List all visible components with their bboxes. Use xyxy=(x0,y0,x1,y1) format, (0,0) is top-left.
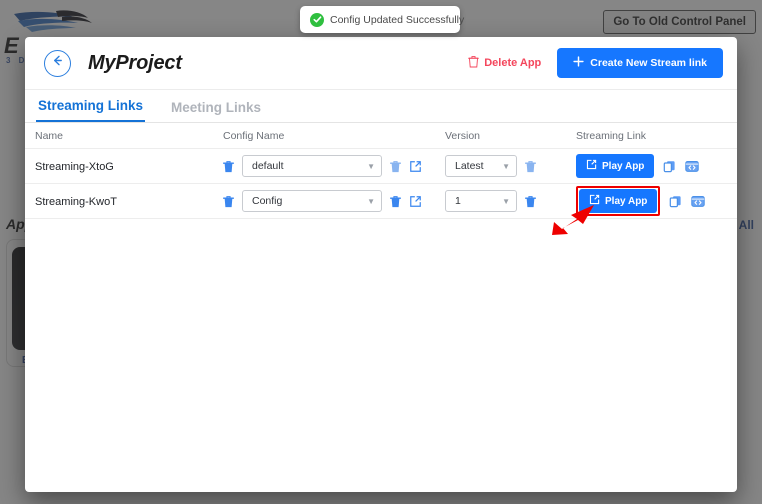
table-header-row: Name Config Name Version Streaming Link xyxy=(25,123,737,149)
tab-streaming-links[interactable]: Streaming Links xyxy=(36,98,145,122)
trash-icon xyxy=(468,55,479,71)
create-new-stream-link-label: Create New Stream link xyxy=(590,57,707,69)
delete-version-icon[interactable] xyxy=(525,160,536,173)
external-link-icon xyxy=(589,194,600,208)
stream-name: Streaming-XtoG xyxy=(35,161,114,173)
external-link-icon xyxy=(586,159,597,173)
arrow-left-icon xyxy=(51,54,64,72)
edit-config-icon[interactable] xyxy=(409,195,422,208)
back-button[interactable] xyxy=(44,50,71,77)
tab-meeting-links[interactable]: Meeting Links xyxy=(169,100,263,122)
version-select[interactable]: 1 ▼ xyxy=(445,190,517,212)
version-value: 1 xyxy=(455,195,461,207)
embed-code-icon[interactable] xyxy=(685,160,699,173)
page-title: MyProject xyxy=(88,52,182,75)
delete-version-icon[interactable] xyxy=(525,195,536,208)
column-header-config-name: Config Name xyxy=(223,130,445,142)
stream-name: Streaming-KwoT xyxy=(35,196,117,208)
chevron-down-icon: ▼ xyxy=(367,197,375,206)
column-header-version: Version xyxy=(445,130,576,142)
check-circle-icon xyxy=(310,13,324,27)
play-app-label: Play App xyxy=(605,196,647,207)
column-header-name: Name xyxy=(35,130,223,142)
config-name-value: default xyxy=(252,160,284,172)
create-new-stream-link-button[interactable]: Create New Stream link xyxy=(557,48,723,78)
modal-header: MyProject Delete App Crea xyxy=(25,37,737,90)
table-row: Streaming-KwoT Config ▼ 1 xyxy=(25,184,737,219)
edit-config-icon[interactable] xyxy=(409,160,422,173)
delete-config-icon[interactable] xyxy=(390,195,401,208)
version-select[interactable]: Latest ▼ xyxy=(445,155,517,177)
plus-icon xyxy=(573,56,584,70)
chevron-down-icon: ▼ xyxy=(502,197,510,206)
delete-app-label: Delete App xyxy=(484,57,541,69)
delete-stream-icon[interactable] xyxy=(223,160,234,173)
toast-notification: Config Updated Successfully xyxy=(300,6,460,33)
delete-config-icon[interactable] xyxy=(390,160,401,173)
config-name-select[interactable]: Config ▼ xyxy=(242,190,382,212)
delete-stream-icon[interactable] xyxy=(223,195,234,208)
config-name-select[interactable]: default ▼ xyxy=(242,155,382,177)
play-app-button-wrapper: Play App xyxy=(576,154,654,178)
play-app-label: Play App xyxy=(602,161,644,172)
table-row: Streaming-XtoG default ▼ Lat xyxy=(25,149,737,184)
play-app-button-wrapper-highlighted: Play App xyxy=(576,186,660,216)
column-header-streaming-link: Streaming Link xyxy=(576,130,737,142)
modal-header-actions: Delete App Create New Stream link xyxy=(468,48,723,78)
play-app-button[interactable]: Play App xyxy=(576,154,654,178)
chevron-down-icon: ▼ xyxy=(367,162,375,171)
delete-app-button[interactable]: Delete App xyxy=(468,55,541,71)
copy-icon[interactable] xyxy=(663,160,676,173)
toast-message: Config Updated Successfully xyxy=(330,14,464,26)
play-app-button[interactable]: Play App xyxy=(579,189,657,213)
streaming-links-table: Name Config Name Version Streaming Link … xyxy=(25,123,737,219)
copy-icon[interactable] xyxy=(669,195,682,208)
chevron-down-icon: ▼ xyxy=(502,162,510,171)
project-modal: MyProject Delete App Crea xyxy=(25,37,737,492)
version-value: Latest xyxy=(455,160,484,172)
tab-bar: Streaming Links Meeting Links xyxy=(25,90,737,123)
embed-code-icon[interactable] xyxy=(691,195,705,208)
config-name-value: Config xyxy=(252,195,282,207)
